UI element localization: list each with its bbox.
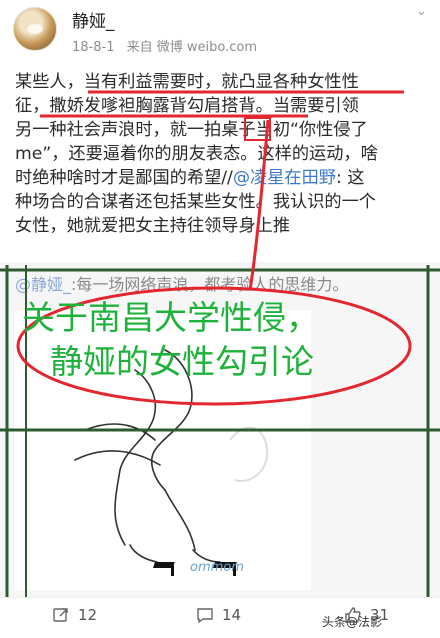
overlay-title: 关于南昌大学性侵， 静娅的女性勾引论 — [22, 296, 432, 384]
comment-button[interactable]: 14 — [196, 606, 241, 624]
arrow-annotation — [248, 119, 270, 291]
comment-count: 14 — [222, 606, 242, 624]
overlay-line-2: 静娅的女性勾引论 — [50, 342, 314, 381]
source-watermark: 头条@法影 — [322, 615, 383, 629]
repost-icon — [52, 606, 70, 624]
overlay-line-1: 关于南昌大学性侵， — [22, 298, 319, 337]
repost-button[interactable]: 12 — [52, 606, 97, 624]
comment-icon — [196, 606, 214, 624]
repost-count: 12 — [78, 606, 98, 624]
